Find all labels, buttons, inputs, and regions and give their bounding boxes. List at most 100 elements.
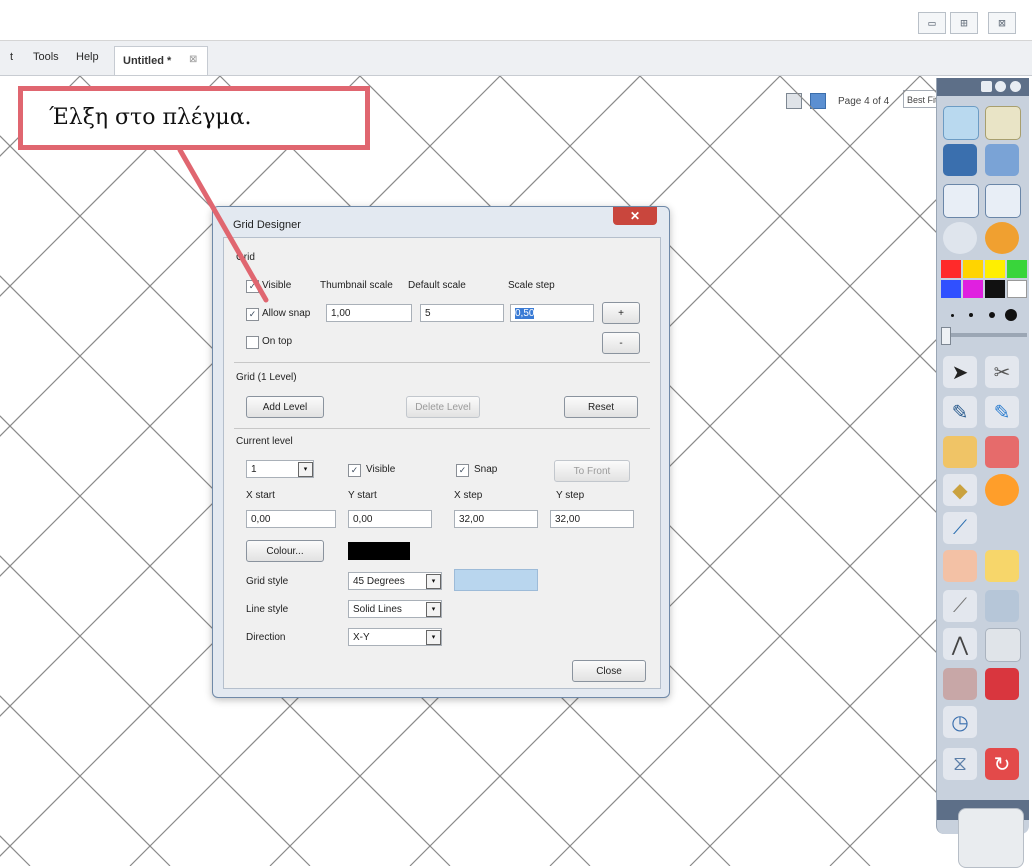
direction-label: Direction	[246, 632, 286, 643]
level-visible-label: Visible	[366, 464, 396, 475]
grid-section-label: Grid	[236, 252, 255, 263]
allow-snap-checkbox[interactable]: ✓	[246, 308, 259, 321]
tools-icon[interactable]: ✂	[985, 356, 1019, 388]
scale-plus-button[interactable]: +	[602, 302, 640, 324]
pen-width-dot[interactable]	[1005, 309, 1017, 321]
pen-width-slider[interactable]	[943, 333, 1027, 337]
resource-browser-icon[interactable]	[985, 106, 1021, 140]
chevron-down-icon[interactable]: ▾	[426, 602, 441, 617]
grid-designer-dialog: Grid Designer ✕ Grid ✓ Visible Thumbnail…	[212, 206, 670, 698]
dialog-title: Grid Designer	[233, 219, 301, 231]
menu-item-edit[interactable]: t	[10, 51, 13, 63]
visible-label: Visible	[262, 280, 292, 291]
magnifier-icon[interactable]	[985, 144, 1019, 176]
grid-designer-icon[interactable]	[943, 668, 977, 700]
ruler-icon[interactable]: ⟋	[943, 590, 977, 622]
grid-style-label: Grid style	[246, 576, 289, 587]
tab-close-icon[interactable]: ⊠	[189, 54, 197, 65]
colour-swatch[interactable]	[941, 280, 961, 298]
on-top-checkbox[interactable]	[246, 336, 259, 349]
chevron-down-icon[interactable]: ▾	[426, 574, 441, 589]
x-step-input[interactable]: 32,00	[454, 510, 538, 528]
colour-swatch[interactable]	[985, 260, 1005, 278]
reset-button[interactable]: Reset	[564, 396, 638, 418]
toolbox: ➤ ✂ ✎ ✎ ◆ ⟋ ⟋ ⋀ ◷ ⧖ ↻	[936, 78, 1029, 834]
callout-box: Έλξη στο πλέγμα.	[18, 86, 370, 150]
select-pointer-icon[interactable]: ➤	[943, 356, 977, 388]
pen-width-dot[interactable]	[951, 314, 954, 317]
grid-line	[0, 835, 31, 866]
menu-item-tools[interactable]: Tools	[33, 51, 59, 63]
pen-width-dot[interactable]	[969, 313, 973, 317]
pen-icon[interactable]: ✎	[943, 396, 977, 428]
colour-swatch[interactable]	[941, 260, 961, 278]
dialog-close-icon[interactable]: ✕	[613, 207, 657, 225]
level-snap-label: Snap	[474, 464, 498, 475]
colour-swatch[interactable]	[1007, 280, 1027, 298]
chevron-down-icon[interactable]: ▾	[426, 630, 441, 645]
previous-page-icon[interactable]	[943, 184, 979, 218]
dialog-body: Grid ✓ Visible Thumbnail scale Default s…	[223, 237, 661, 689]
toolbox-grid-icon[interactable]	[981, 81, 992, 92]
toolbox-menu-icon[interactable]	[1010, 81, 1021, 92]
trash-bin-icon[interactable]	[958, 808, 1024, 868]
scale-minus-button[interactable]: -	[602, 332, 640, 354]
grid-style-preview	[454, 569, 538, 591]
grid-line	[829, 757, 938, 866]
chevron-down-icon[interactable]: ▾	[298, 462, 313, 477]
y-step-label: Y step	[556, 490, 585, 501]
level-visible-checkbox[interactable]: ✓	[348, 464, 361, 477]
colour-swatch[interactable]	[1007, 260, 1027, 278]
compass-icon[interactable]: ⋀	[943, 628, 977, 660]
clock-icon[interactable]: ◷	[943, 706, 977, 738]
allow-snap-label: Allow snap	[262, 308, 311, 319]
toolbox-header	[937, 78, 1029, 96]
pen-width-dot[interactable]	[989, 312, 995, 318]
protractor-icon[interactable]	[985, 590, 1019, 622]
slider-handle[interactable]	[941, 327, 951, 345]
level-snap-checkbox[interactable]: ✓	[456, 464, 469, 477]
separator	[234, 362, 650, 363]
timer-icon[interactable]: ⧖	[943, 748, 977, 780]
colour-swatch[interactable]	[985, 280, 1005, 298]
colour-button[interactable]: Colour...	[246, 540, 324, 562]
add-level-button[interactable]: Add Level	[246, 396, 324, 418]
grid-line	[0, 695, 171, 866]
thumbnail-scale-input[interactable]: 1,00	[326, 304, 412, 322]
fill-icon[interactable]: ◆	[943, 474, 977, 506]
tab-untitled[interactable]: Untitled * ⊠	[114, 46, 208, 75]
connector-icon[interactable]: ⟋	[943, 512, 977, 544]
delete-level-button[interactable]: Delete Level	[406, 396, 480, 418]
x-start-input[interactable]: 0,00	[246, 510, 336, 528]
y-step-input[interactable]: 32,00	[550, 510, 634, 528]
desktop-annotate-icon[interactable]	[943, 144, 977, 176]
visible-checkbox[interactable]: ✓	[246, 280, 259, 293]
main-menu-icon[interactable]	[943, 106, 979, 140]
refresh-icon[interactable]: ↻	[985, 748, 1019, 780]
close-window-button[interactable]: ⊠	[988, 12, 1016, 34]
toolbox-dot-icon[interactable]	[995, 81, 1006, 92]
to-front-button[interactable]: To Front	[554, 460, 630, 482]
y-start-input[interactable]: 0,00	[348, 510, 432, 528]
shape-icon[interactable]	[985, 474, 1019, 506]
highlighter-icon[interactable]: ✎	[985, 396, 1019, 428]
eraser-icon[interactable]	[985, 436, 1019, 468]
spotlight-icon[interactable]	[943, 550, 977, 582]
grid-line	[639, 76, 938, 375]
scale-step-value: 0,50	[515, 308, 535, 319]
default-scale-input[interactable]: 5	[420, 304, 504, 322]
colour-swatch[interactable]	[963, 280, 983, 298]
dice-icon[interactable]	[985, 668, 1019, 700]
calculator-icon[interactable]	[985, 628, 1021, 662]
next-page-icon[interactable]	[985, 184, 1021, 218]
minimize-button[interactable]: ▭	[918, 12, 946, 34]
colour-swatch[interactable]	[963, 260, 983, 278]
play-icon[interactable]	[943, 222, 977, 254]
revealer-icon[interactable]	[985, 550, 1019, 582]
handwriting-icon[interactable]	[943, 436, 977, 468]
maximize-button[interactable]: ⊞	[950, 12, 978, 34]
web-browser-icon[interactable]	[985, 222, 1019, 254]
menu-item-help[interactable]: Help	[76, 51, 99, 63]
close-button[interactable]: Close	[572, 660, 646, 682]
scale-step-input[interactable]: 0,50	[510, 304, 594, 322]
